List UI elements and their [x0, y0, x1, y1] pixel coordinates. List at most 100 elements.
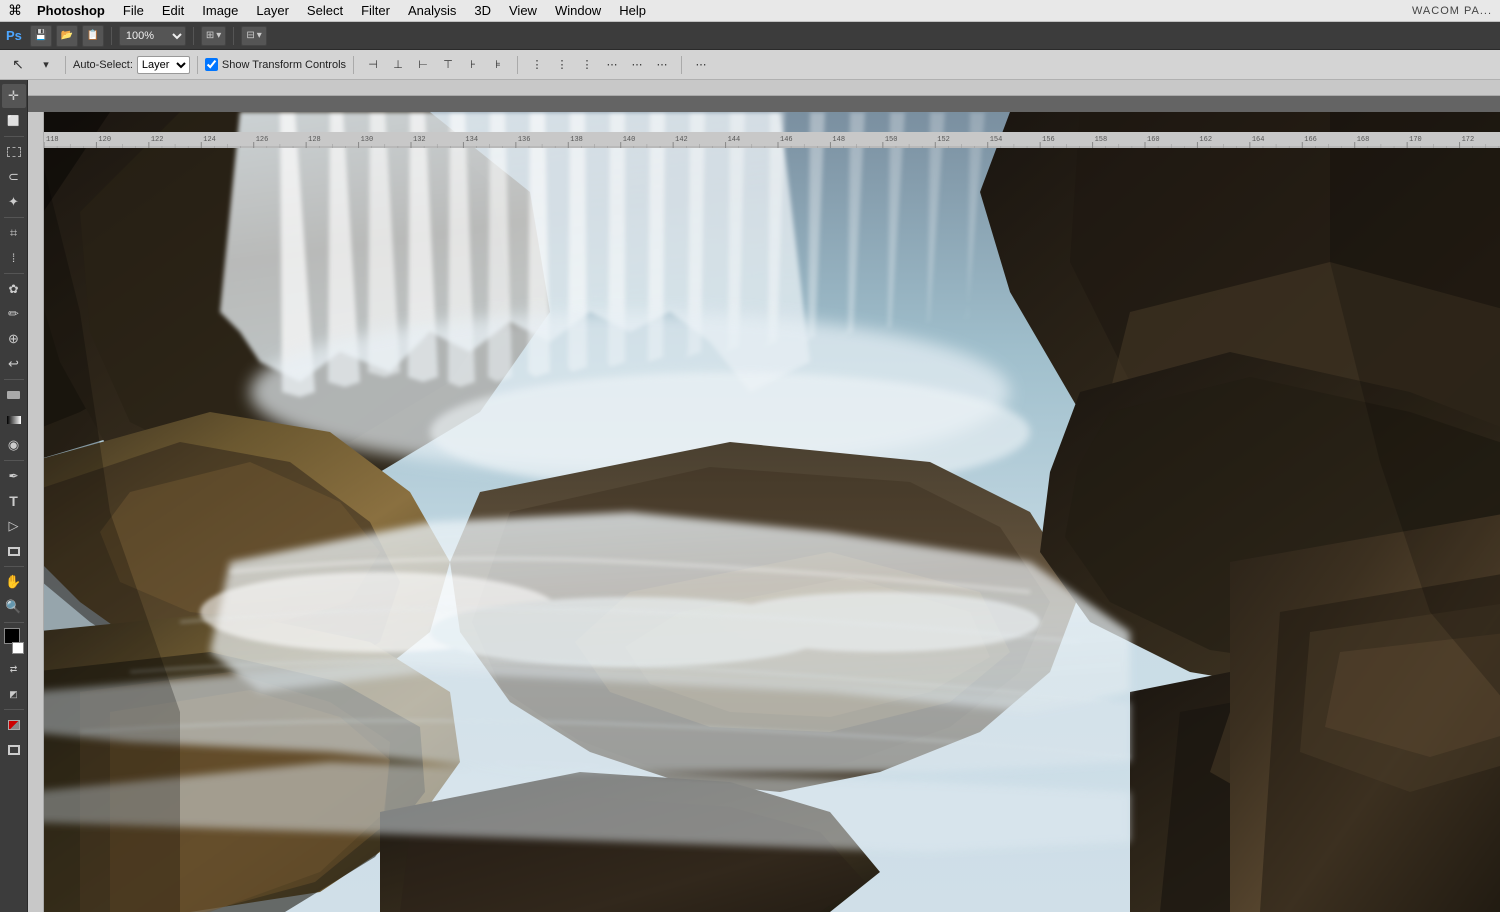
opt-sep2 [197, 56, 198, 74]
bar-separator3 [233, 27, 234, 45]
arrange-docs-btn[interactable]: ⊞ ▾ [201, 26, 226, 46]
help-menu[interactable]: Help [612, 2, 653, 19]
auto-select-dropdown[interactable]: Layer Group [137, 56, 190, 74]
menubar: ⌘ Photoshop File Edit Image Layer Select… [0, 0, 1500, 22]
dist-right-btn[interactable]: ⋮ [575, 54, 599, 76]
shape-tool[interactable] [2, 539, 26, 563]
text-tool[interactable]: T [2, 489, 26, 513]
canvas-image[interactable] [44, 112, 1500, 912]
align-center-h-btn[interactable]: ⊥ [386, 54, 410, 76]
arrange-icon: ⊞ [206, 30, 214, 41]
move-tool-indicator[interactable]: ↖ [6, 54, 30, 76]
align-center-v-btn[interactable]: ⊦ [461, 54, 485, 76]
dist-top-btn[interactable]: ⋯ [600, 54, 624, 76]
extra-opt-btn[interactable]: ⋯ [689, 54, 713, 76]
image-menu[interactable]: Image [195, 2, 245, 19]
open-icon-btn[interactable]: 📂 [56, 25, 78, 47]
select-menu[interactable]: Select [300, 2, 350, 19]
pen-icon: ✒ [8, 469, 18, 483]
zoom-select[interactable]: 100% 50% 200% 25% Fit Page [119, 26, 186, 46]
shape-icon [8, 547, 20, 556]
wacom-label: WACOM PA... [1412, 5, 1492, 17]
crop-icon: ⌗ [10, 225, 17, 241]
bar-separator2 [193, 27, 194, 45]
marquee-icon [7, 147, 21, 157]
move-icon: ✛ [8, 88, 19, 104]
tool-sep6 [4, 566, 24, 567]
dist-center-v-btn[interactable]: ⋯ [625, 54, 649, 76]
tool-mode-btn[interactable]: ▾ [34, 54, 58, 76]
workspace-btn[interactable]: ⊟ ▾ [241, 26, 266, 46]
show-transform-checkbox[interactable] [205, 58, 218, 71]
default-colors-btn[interactable]: ◩ [2, 682, 26, 706]
zoom-tool[interactable]: 🔍 [2, 595, 26, 619]
options-bar: ↖ ▾ Auto-Select: Layer Group Show Transf… [0, 50, 1500, 80]
artboard-icon: ⬜ [7, 116, 19, 127]
align-top-btn[interactable]: ⊤ [436, 54, 460, 76]
crop-tool[interactable]: ⌗ [2, 221, 26, 245]
layer-menu[interactable]: Layer [249, 2, 296, 19]
opt-sep1 [65, 56, 66, 74]
browse-icon-btn[interactable]: 📋 [82, 25, 104, 47]
dist-left-btn[interactable]: ⋮ [525, 54, 549, 76]
auto-select-label: Auto-Select: [73, 59, 133, 71]
pen-tool[interactable]: ✒ [2, 464, 26, 488]
hand-tool[interactable]: ✋ [2, 570, 26, 594]
waterfall-image [44, 112, 1500, 912]
path-selection-tool[interactable]: ▷ [2, 514, 26, 538]
path-selection-icon: ▷ [9, 518, 19, 534]
screen-mode-btn[interactable] [2, 738, 26, 762]
arrange-chevron: ▾ [216, 30, 221, 41]
background-color[interactable] [12, 642, 24, 654]
tool-sep7 [4, 622, 24, 623]
main-layout: ✛ ⬜ ⊂ ✦ ⌗ ⁞ ✿ ✏ ⊕ ↩ [0, 80, 1500, 912]
history-brush-tool[interactable]: ↩ [2, 352, 26, 376]
quick-mask-icon [8, 720, 20, 730]
save-icon-btn[interactable]: 💾 [30, 25, 52, 47]
spot-healing-tool[interactable]: ✿ [2, 277, 26, 301]
brush-tool[interactable]: ✏ [2, 302, 26, 326]
edit-menu[interactable]: Edit [155, 2, 191, 19]
zoom-icon: 🔍 [5, 599, 21, 615]
distribute-buttons: ⋮ ⋮ ⋮ ⋯ ⋯ ⋯ [525, 54, 674, 76]
eraser-tool[interactable] [2, 383, 26, 407]
lasso-tool[interactable]: ⊂ [2, 165, 26, 189]
analysis-menu[interactable]: Analysis [401, 2, 463, 19]
lasso-icon: ⊂ [8, 169, 19, 185]
dist-bottom-btn[interactable]: ⋯ [650, 54, 674, 76]
app-name-menu[interactable]: Photoshop [30, 2, 112, 19]
gradient-tool[interactable] [2, 408, 26, 432]
apple-menu[interactable]: ⌘ [8, 2, 22, 19]
spot-healing-icon: ✿ [8, 282, 18, 296]
color-swatches[interactable] [2, 626, 26, 656]
bar-separator [111, 27, 112, 45]
magic-wand-tool[interactable]: ✦ [2, 190, 26, 214]
dodge-tool[interactable]: ◉ [2, 433, 26, 457]
dist-center-h-btn[interactable]: ⋮ [550, 54, 574, 76]
window-menu[interactable]: Window [548, 2, 608, 19]
history-brush-icon: ↩ [8, 356, 19, 372]
align-bottom-btn[interactable]: ⊧ [486, 54, 510, 76]
ps-logo: Ps [6, 28, 22, 43]
3d-menu[interactable]: 3D [467, 2, 498, 19]
marquee-tool[interactable] [2, 140, 26, 164]
opt-sep3 [353, 56, 354, 74]
artboard-tool[interactable]: ⬜ [2, 109, 26, 133]
move-tool[interactable]: ✛ [2, 84, 26, 108]
toolbar: ✛ ⬜ ⊂ ✦ ⌗ ⁞ ✿ ✏ ⊕ ↩ [0, 80, 28, 912]
view-menu[interactable]: View [502, 2, 544, 19]
canvas-area: /* rendered in JS below */ [28, 80, 1500, 912]
quick-mask-btn[interactable] [2, 713, 26, 737]
switch-colors-btn[interactable]: ⇄ [2, 657, 26, 681]
align-right-btn[interactable]: ⊢ [411, 54, 435, 76]
eyedropper-tool[interactable]: ⁞ [2, 246, 26, 270]
opt-sep5 [681, 56, 682, 74]
clone-stamp-tool[interactable]: ⊕ [2, 327, 26, 351]
tool-sep1 [4, 136, 24, 137]
filter-menu[interactable]: Filter [354, 2, 397, 19]
show-transform-label: Show Transform Controls [222, 59, 346, 71]
canvas-container [28, 96, 1500, 912]
align-left-btn[interactable]: ⊣ [361, 54, 385, 76]
file-menu[interactable]: File [116, 2, 151, 19]
tool-sep3 [4, 273, 24, 274]
